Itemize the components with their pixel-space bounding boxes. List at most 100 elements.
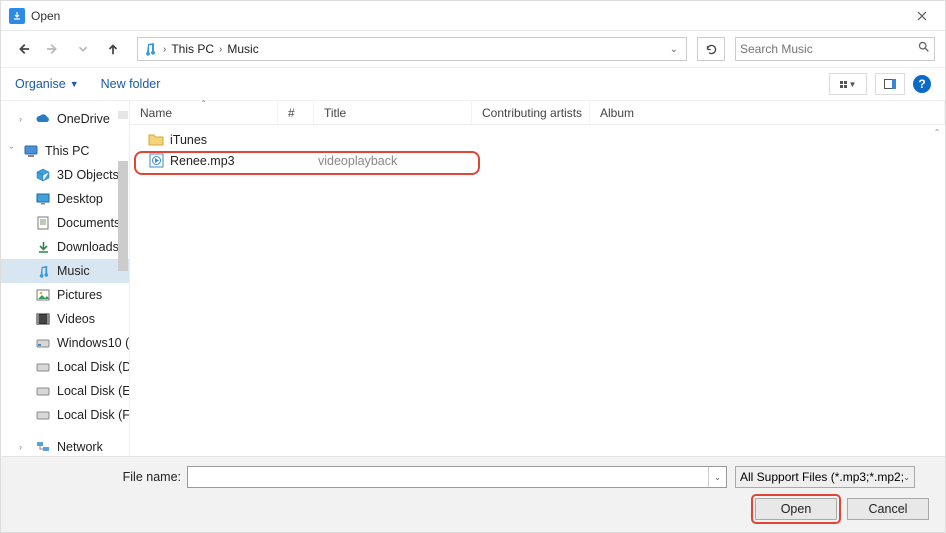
refresh-button[interactable] [697,37,725,61]
chevron-down-icon: ⌄ [903,473,910,482]
documents-icon [35,215,51,231]
filetype-filter[interactable]: All Support Files (*.mp3;*.mp2;* ⌄ [735,466,915,488]
bottom-panel: File name: ⌄ All Support Files (*.mp3;*.… [1,456,945,532]
sidebar-label: Network [57,440,103,454]
title-bar: Open [1,1,945,31]
chevron-down-icon: ▼ [70,79,79,89]
preview-pane-button[interactable] [875,73,905,95]
disk-icon [35,407,51,423]
sidebar-item-windows10[interactable]: Windows10 ( [1,331,129,355]
sidebar-item-onedrive[interactable]: › OneDrive [1,107,129,131]
column-label: Name [140,106,172,120]
file-name: Renee.mp3 [170,154,282,168]
sidebar-label: Documents [57,216,120,230]
disk-icon [35,359,51,375]
column-album[interactable]: Album [590,101,945,124]
sidebar-item-desktop[interactable]: Desktop [1,187,129,211]
file-row-folder[interactable]: iTunes [130,129,945,150]
chevron-right-icon: › [160,44,169,55]
sidebar-label: Pictures [57,288,102,302]
sidebar-label: Desktop [57,192,103,206]
chevron-down-icon: › [7,146,17,156]
search-input[interactable] [740,42,917,56]
disk-icon [35,383,51,399]
nav-row: › This PC › Music ⌄ [1,31,945,67]
filename-dropdown[interactable]: ⌄ [708,467,726,487]
close-button[interactable] [899,1,945,31]
file-name: iTunes [170,133,282,147]
toolbar: Organise ▼ New folder ▼ ? [1,67,945,101]
audio-file-icon [148,153,164,169]
chevron-right-icon: › [19,114,29,124]
sidebar-item-thispc[interactable]: › This PC [1,139,129,163]
organise-menu[interactable]: Organise ▼ [15,77,79,91]
sidebar-label: Downloads [57,240,119,254]
sidebar: › OneDrive › This PC 3D Objects Desktop … [1,101,129,457]
filename-label: File name: [1,470,187,484]
file-rows: ⌃ iTunes Renee.mp3 videoplayback [130,125,945,457]
column-num[interactable]: # [278,101,314,124]
organise-label: Organise [15,77,66,91]
sidebar-label: 3D Objects [57,168,119,182]
cancel-button[interactable]: Cancel [847,498,929,520]
help-button[interactable]: ? [913,75,931,93]
breadcrumb-music[interactable]: Music [225,42,260,56]
sidebar-item-diskd[interactable]: Local Disk (D [1,355,129,379]
pc-icon [23,143,39,159]
file-row-mp3[interactable]: Renee.mp3 videoplayback [130,150,945,171]
music-icon [35,263,51,279]
address-dropdown[interactable]: ⌄ [666,44,682,55]
column-artists[interactable]: Contributing artists [472,101,590,124]
sort-ascending-icon: ⌃ [200,99,207,108]
chevron-right-icon: › [216,44,225,55]
sidebar-item-videos[interactable]: Videos [1,307,129,331]
chevron-right-icon: › [19,442,29,452]
videos-icon [35,311,51,327]
column-title[interactable]: Title [314,101,472,124]
view-mode-button[interactable]: ▼ [829,73,867,95]
main-area: › OneDrive › This PC 3D Objects Desktop … [1,101,945,457]
sidebar-label: Music [57,264,90,278]
sidebar-item-diske[interactable]: Local Disk (E: [1,379,129,403]
new-folder-button[interactable]: New folder [101,77,161,91]
sidebar-item-downloads[interactable]: Downloads [1,235,129,259]
desktop-icon [35,191,51,207]
chevron-down-icon: ▼ [849,80,857,89]
pictures-icon [35,287,51,303]
filename-input[interactable]: ⌄ [187,466,727,488]
file-title: videoplayback [318,154,478,168]
sidebar-label: This PC [45,144,89,158]
cube-icon [35,167,51,183]
search-box[interactable] [735,37,935,61]
breadcrumb-thispc[interactable]: This PC [169,42,216,56]
disk-icon [35,335,51,351]
sidebar-scrollbar[interactable] [117,101,129,457]
file-list: Name ⌃ # Title Contributing artists Albu… [129,101,945,457]
open-button[interactable]: Open [755,498,837,520]
forward-button[interactable] [41,37,65,61]
up-button[interactable] [101,37,125,61]
sidebar-item-network[interactable]: › Network [1,435,129,457]
sidebar-item-3dobjects[interactable]: 3D Objects [1,163,129,187]
sidebar-label: Videos [57,312,95,326]
sidebar-item-documents[interactable]: Documents [1,211,129,235]
network-icon [35,439,51,455]
sidebar-item-diskf[interactable]: Local Disk (F: [1,403,129,427]
recent-dropdown[interactable] [71,37,95,61]
address-bar[interactable]: › This PC › Music ⌄ [137,37,687,61]
folder-icon [148,132,164,148]
scroll-caret-icon: ⌃ [931,127,943,137]
app-icon [9,8,25,24]
search-icon [917,40,930,58]
sidebar-item-music[interactable]: Music [1,259,129,283]
music-icon [142,41,158,57]
window-title: Open [31,9,899,23]
sidebar-item-pictures[interactable]: Pictures [1,283,129,307]
column-name[interactable]: Name ⌃ [130,101,278,124]
sidebar-label: OneDrive [57,112,110,126]
column-headers[interactable]: Name ⌃ # Title Contributing artists Albu… [130,101,945,125]
downloads-icon [35,239,51,255]
back-button[interactable] [11,37,35,61]
filter-label: All Support Files (*.mp3;*.mp2;* [740,470,903,484]
cloud-icon [35,111,51,127]
